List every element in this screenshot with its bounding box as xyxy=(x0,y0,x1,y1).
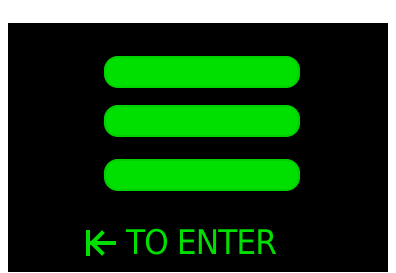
menu-bar-middle xyxy=(104,105,300,137)
enter-hint: TO ENTER xyxy=(84,223,289,263)
enter-arrow-icon xyxy=(84,228,118,258)
menu-bar-top xyxy=(104,56,300,88)
menu-bar-bottom xyxy=(104,159,300,191)
oled-display: TO ENTER xyxy=(8,23,388,272)
enter-hint-label: TO ENTER xyxy=(126,223,277,263)
